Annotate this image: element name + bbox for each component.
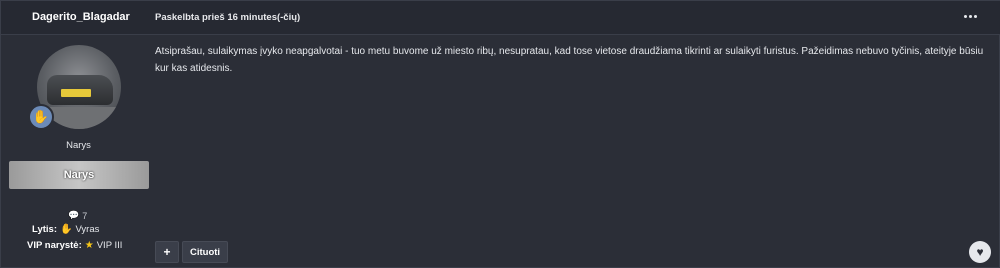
forum-post: Dagerito_Blagadar Paskelbta prieš 16 min… [0,0,1000,268]
avatar-plate [61,89,91,97]
more-icon-dot [968,14,972,18]
vip-label: VIP narystė: [27,240,82,251]
posts-count-value: 7 [82,210,88,221]
comment-icon: 💬 [68,210,80,220]
more-icon-dot [963,14,967,18]
group-banner: Narys [9,161,149,189]
posted-time[interactable]: Paskelbta prieš 16 minutes(-čių) [155,12,300,23]
heart-icon[interactable]: ♥ [969,241,991,263]
vip-value: VIP III [96,240,123,251]
author-info-column: ✋ Narys Narys 💬 7 Lytis: ✋ Vyras VIP nar… [1,35,156,268]
post-body: Atsiprašau, sulaikymas įvyko neapgalvota… [155,46,984,74]
star-icon: ★ [84,240,94,251]
more-icon-dot [973,14,977,18]
handshake-icon: ✋ [28,104,54,130]
vip-row: VIP narystė: ★ VIP III [27,240,122,251]
gender-value: Vyras [75,224,100,235]
gender-row: Lytis: ✋ Vyras [32,224,99,235]
posts-count: 💬 7 [68,210,87,221]
post-header: Dagerito_Blagadar Paskelbta prieš 16 min… [1,1,1000,35]
quote-button[interactable]: Cituoti [182,241,229,263]
gender-label: Lytis: [32,224,57,235]
author-name-link[interactable]: Dagerito_Blagadar [32,11,130,23]
multiquote-button[interactable]: + [155,241,179,263]
more-options-button[interactable] [962,9,978,23]
member-rank: Narys [66,140,91,151]
hand-emoji-icon: ✋ [59,224,73,235]
